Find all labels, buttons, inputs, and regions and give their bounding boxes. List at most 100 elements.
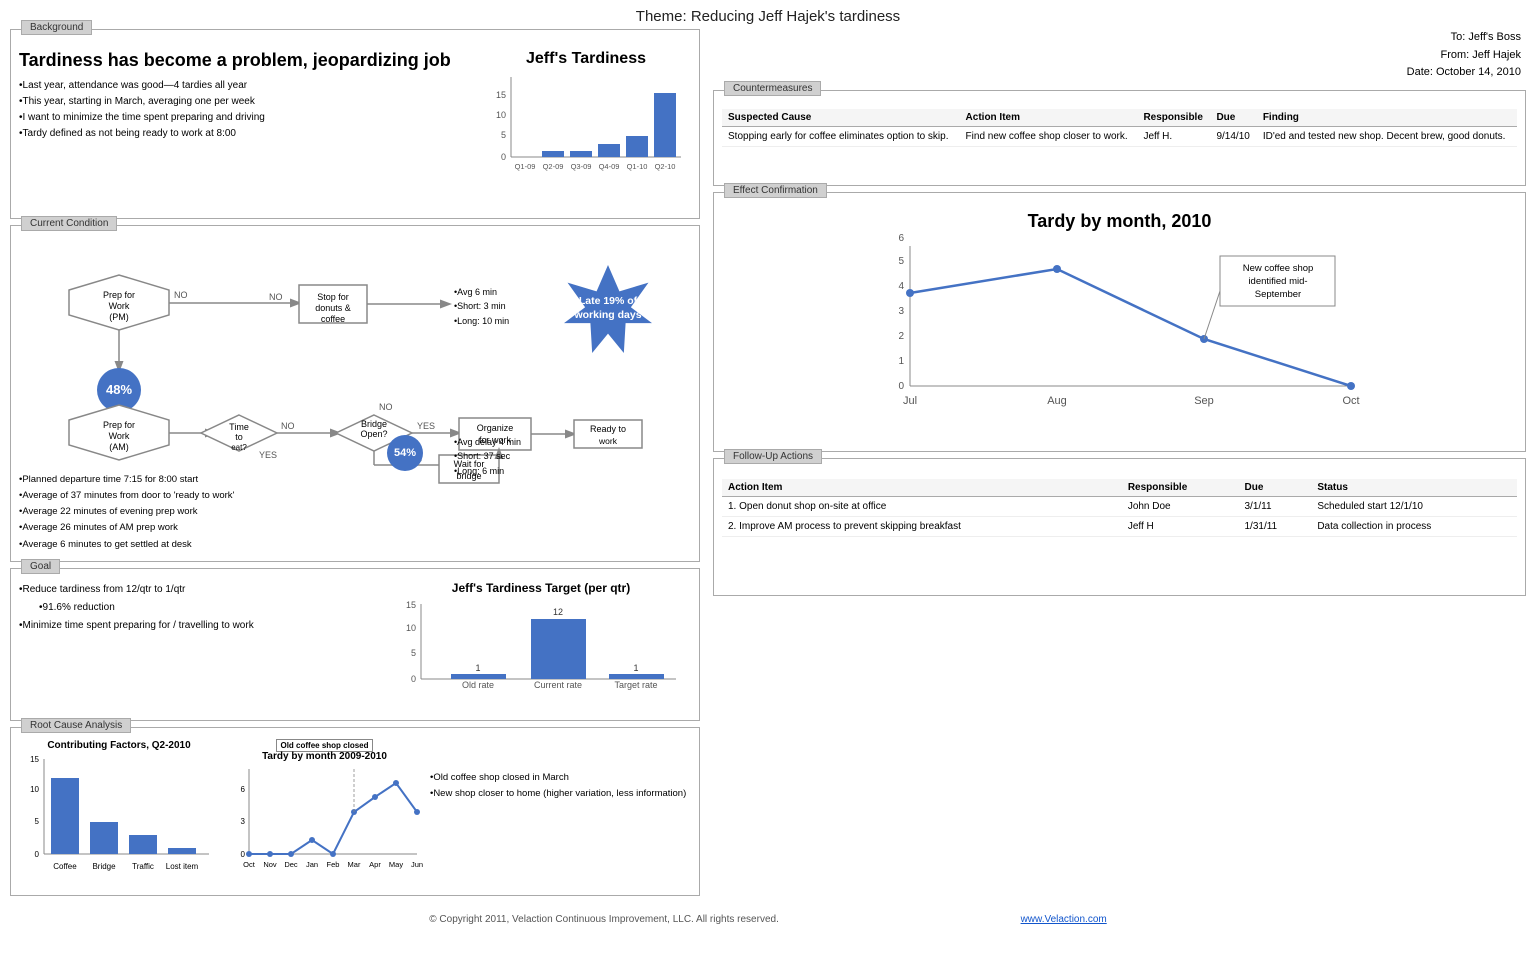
svg-text:4: 4 [898, 281, 904, 292]
copyright-text: © Copyright 2011, Velaction Continuous I… [429, 914, 779, 925]
svg-text:Prep for: Prep for [103, 290, 135, 300]
svg-text:Work: Work [109, 431, 130, 441]
svg-text:May: May [389, 860, 403, 869]
cm-col-action: Action Item [960, 109, 1138, 127]
svg-text:Current rate: Current rate [534, 680, 582, 690]
countermeasures-section: Countermeasures Suspected Cause Action I… [713, 90, 1526, 186]
memo-from: From: Jeff Hajek [713, 47, 1521, 65]
footer: © Copyright 2011, Velaction Continuous I… [0, 902, 1536, 931]
fu-header-row: Action Item Responsible Due Status [722, 479, 1517, 497]
table-row: 1. Open donut shop on-site at office Joh… [722, 496, 1517, 516]
fu-col-due: Due [1238, 479, 1311, 497]
svg-text:5: 5 [35, 817, 40, 826]
fu-due-1: 1/31/11 [1238, 516, 1311, 536]
memo-to: To: Jeff's Boss [713, 29, 1521, 47]
svg-text:YES: YES [417, 421, 435, 431]
svg-text:Aug: Aug [1047, 395, 1067, 407]
svg-text:identified mid-: identified mid- [1248, 276, 1307, 287]
flowchart: Prep for Work (PM) 48% Prep for Work (AM… [19, 240, 699, 470]
goal-label: Goal [21, 559, 60, 574]
cc-bullets: •Planned departure time 7:15 for 8:00 st… [19, 472, 691, 553]
cm-col-finding: Finding [1257, 109, 1517, 127]
svg-text:Q4-09: Q4-09 [599, 162, 620, 171]
fu-col-status: Status [1311, 479, 1517, 497]
svg-text:15: 15 [406, 600, 416, 610]
fu-action-1: 2. Improve AM process to prevent skippin… [722, 516, 1122, 536]
svg-text:YES: YES [259, 450, 277, 460]
svg-text:Feb: Feb [327, 860, 340, 869]
svg-text:Dec: Dec [284, 860, 298, 869]
background-label: Background [21, 20, 92, 35]
svg-text:Q2-09: Q2-09 [543, 162, 564, 171]
svg-text:coffee: coffee [321, 314, 345, 324]
svg-text:48%: 48% [106, 382, 132, 397]
countermeasures-label: Countermeasures [724, 81, 821, 96]
svg-text:work: work [598, 436, 618, 446]
svg-text:Traffic: Traffic [132, 862, 154, 871]
ec-line-svg: 0 1 2 3 4 5 6 Jul Aug [860, 236, 1380, 436]
rca-bullets: •Old coffee shop closed in March •New sh… [430, 740, 691, 887]
cm-finding: ID'ed and tested new shop. Decent brew, … [1257, 126, 1517, 146]
svg-text:1: 1 [633, 663, 638, 673]
svg-text:Bridge: Bridge [92, 862, 116, 871]
svg-text:0: 0 [898, 381, 904, 392]
svg-text:0: 0 [411, 674, 416, 684]
svg-text:Coffee: Coffee [53, 862, 77, 871]
memo-date: Date: October 14, 2010 [713, 64, 1521, 82]
svg-text:NO: NO [379, 402, 393, 412]
cm-responsible: Jeff H. [1137, 126, 1210, 146]
current-condition-section: Current Condition Prep for Work (PM) 48% [10, 225, 700, 562]
rca-label: Root Cause Analysis [21, 718, 131, 733]
svg-text:5: 5 [411, 648, 416, 658]
rca-bar-chart: Contributing Factors, Q2-2010 0 5 10 15 [19, 740, 219, 887]
svg-text:Time: Time [229, 422, 249, 432]
effect-confirmation-label: Effect Confirmation [724, 183, 827, 198]
right-column: To: Jeff's Boss From: Jeff Hajek Date: O… [708, 29, 1526, 902]
svg-text:Stop for: Stop for [317, 292, 349, 302]
cm-col-due: Due [1210, 109, 1256, 127]
svg-text:10: 10 [496, 110, 506, 120]
annotation-box: Old coffee shop closed [276, 739, 372, 752]
svg-text:NO: NO [269, 292, 283, 302]
stop-bullets: •Avg 6 min •Short: 3 min •Long: 10 min [454, 285, 509, 328]
svg-text:Work: Work [109, 301, 130, 311]
svg-text:5: 5 [501, 130, 506, 140]
svg-text:Organize: Organize [477, 423, 514, 433]
svg-text:Old rate: Old rate [462, 680, 494, 690]
svg-text:Sep: Sep [1194, 395, 1214, 407]
left-column: Background Tardiness has become a proble… [10, 29, 700, 902]
svg-text:10: 10 [30, 785, 39, 794]
cm-col-responsible: Responsible [1137, 109, 1210, 127]
svg-text:Nov: Nov [263, 860, 277, 869]
background-bullets: •Last year, attendance was good—4 tardie… [19, 78, 473, 142]
fu-status-1: Data collection in process [1311, 516, 1517, 536]
svg-text:Open?: Open? [360, 429, 387, 439]
svg-text:NO: NO [174, 290, 188, 300]
svg-text:September: September [1254, 289, 1300, 300]
svg-text:3: 3 [241, 817, 246, 826]
ec-chart-area: 0 1 2 3 4 5 6 Jul Aug [860, 236, 1380, 439]
svg-text:3: 3 [898, 306, 904, 317]
svg-text:10: 10 [406, 623, 416, 633]
svg-text:Target rate: Target rate [614, 680, 657, 690]
page-title: Theme: Reducing Jeff Hajek's tardiness [0, 0, 1536, 29]
fu-col-action: Action Item [722, 479, 1122, 497]
svg-text:to: to [235, 432, 243, 442]
rca-bar-svg: 0 5 10 15 Coffee Bridge [19, 754, 214, 884]
cm-due: 9/14/10 [1210, 126, 1256, 146]
svg-text:(PM): (PM) [109, 312, 129, 322]
footer-link[interactable]: www.Velaction.com [1021, 914, 1107, 925]
svg-text:2: 2 [898, 331, 904, 342]
svg-text:eat?: eat? [231, 443, 247, 452]
follow-up-table: Action Item Responsible Due Status 1. Op… [722, 479, 1517, 537]
rca-line-chart: Old coffee shop closed Tardy by month 20… [227, 740, 422, 887]
svg-text:New coffee shop: New coffee shop [1242, 263, 1313, 274]
svg-text:5: 5 [898, 256, 904, 267]
svg-text:Q2-10: Q2-10 [655, 162, 676, 171]
svg-text:NO: NO [281, 421, 295, 431]
svg-text:(AM): (AM) [109, 442, 129, 452]
ec-chart-title: Tardy by month, 2010 [722, 211, 1517, 232]
flowchart-svg: Prep for Work (PM) 48% Prep for Work (AM… [19, 240, 699, 470]
svg-text:donuts &: donuts & [315, 303, 351, 313]
background-chart-title: Jeff's Tardiness [481, 50, 691, 68]
